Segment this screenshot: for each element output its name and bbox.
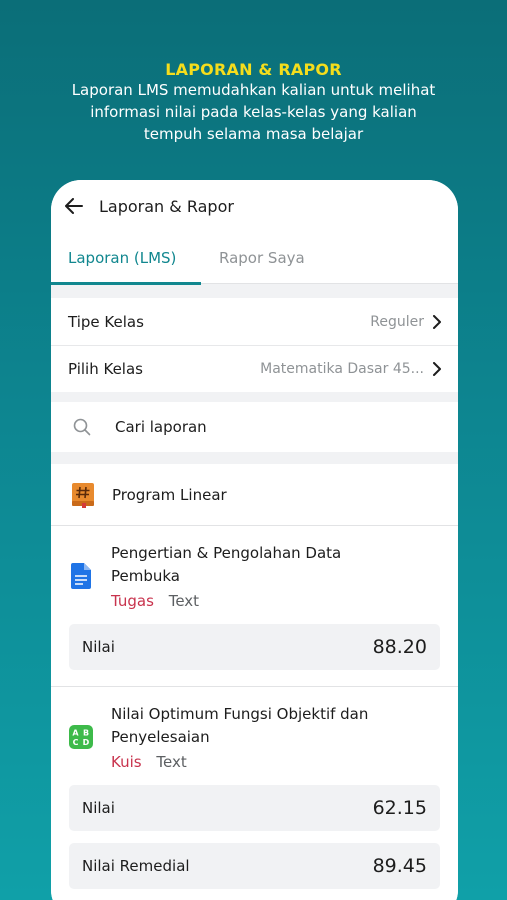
filter-select-class[interactable]: Pilih Kelas Matematika Dasar 45... xyxy=(51,345,458,392)
score-value: 88.20 xyxy=(372,636,427,658)
report-list: Program Linear Pengertian & Pengolahan D… xyxy=(51,464,458,900)
promo-line: tempuh selama masa belajar xyxy=(143,125,364,143)
promo-line: informasi nilai pada kelas-kelas yang ka… xyxy=(90,103,417,121)
promo-title: LAPORAN & RAPOR xyxy=(165,60,342,79)
promo-line: Laporan LMS memudahkan kalian untuk meli… xyxy=(71,81,436,99)
chevron-right-icon xyxy=(433,362,441,376)
score-label: Nilai xyxy=(82,638,115,656)
tab-rapor-saya[interactable]: Rapor Saya xyxy=(201,232,305,284)
app-bar: Laporan & Rapor xyxy=(51,180,458,232)
tab-laporan-lms[interactable]: Laporan (LMS) xyxy=(51,232,201,285)
document-icon xyxy=(69,563,93,589)
item-type: Kuis xyxy=(111,753,142,771)
search-placeholder: Cari laporan xyxy=(115,418,207,436)
promo-header: LAPORAN & RAPOR Laporan LMS memudahkan k… xyxy=(0,60,507,145)
filter-label: Tipe Kelas xyxy=(68,312,144,331)
score-value: 89.45 xyxy=(372,855,427,877)
svg-text:A: A xyxy=(72,729,79,738)
course-header[interactable]: Program Linear xyxy=(51,464,458,526)
score-value: 62.15 xyxy=(372,797,427,819)
chevron-right-icon xyxy=(433,314,441,329)
abcd-quiz-icon: ABCD xyxy=(69,725,93,749)
score-label: Nilai xyxy=(82,799,115,817)
list-item[interactable]: ABCD Nilai Optimum Fungsi Objektif dan P… xyxy=(51,687,458,900)
item-title: Penyelesaian xyxy=(111,728,210,746)
item-type: Tugas xyxy=(111,592,154,610)
score-row: Nilai Remedial 89.45 xyxy=(69,843,440,889)
score-row: Nilai 62.15 xyxy=(69,785,440,831)
item-title: Pembuka xyxy=(111,567,180,585)
svg-text:C: C xyxy=(73,738,79,747)
score-label: Nilai Remedial xyxy=(82,857,190,875)
filter-label: Pilih Kelas xyxy=(68,360,143,378)
filter-panel: Tipe Kelas Reguler Pilih Kelas Matematik… xyxy=(51,298,458,392)
item-title: Pengertian & Pengolahan Data xyxy=(111,544,342,562)
phone-screen: Laporan & Rapor Laporan (LMS) Rapor Saya… xyxy=(51,180,458,900)
item-format: Text xyxy=(168,592,200,610)
tab-bar: Laporan (LMS) Rapor Saya xyxy=(51,232,458,285)
page-title: Laporan & Rapor xyxy=(99,196,234,216)
course-title: Program Linear xyxy=(112,485,227,504)
filter-class-type[interactable]: Tipe Kelas Reguler xyxy=(51,298,458,345)
svg-text:D: D xyxy=(83,738,90,747)
search-icon xyxy=(73,418,91,436)
item-title: Nilai Optimum Fungsi Objektif dan xyxy=(111,705,369,723)
item-format: Text xyxy=(156,753,187,771)
back-arrow-icon[interactable] xyxy=(65,196,85,216)
search-input[interactable]: Cari laporan xyxy=(51,402,458,452)
score-row: Nilai 88.20 xyxy=(69,624,440,670)
hash-book-icon xyxy=(72,482,94,508)
list-item[interactable]: Pengertian & Pengolahan Data Pembuka Tug… xyxy=(51,526,458,687)
filter-value: Matematika Dasar 45... xyxy=(260,361,424,377)
svg-text:B: B xyxy=(83,729,89,738)
filter-value: Reguler xyxy=(370,313,424,330)
